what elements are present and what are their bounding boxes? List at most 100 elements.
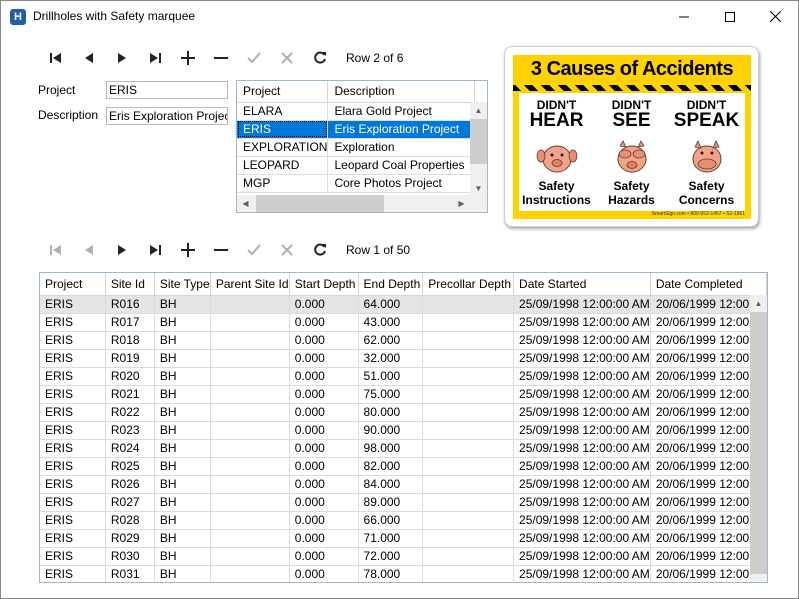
cell-site-type[interactable]: BH	[154, 457, 211, 476]
cell-start-depth[interactable]: 0.000	[289, 313, 359, 332]
cell-end-depth[interactable]: 64.000	[358, 295, 424, 314]
cell-end-depth[interactable]: 32.000	[358, 349, 424, 368]
cell-description[interactable]: Exploration	[327, 138, 476, 157]
first-record-button[interactable]	[39, 46, 72, 70]
cell-parent-site-id[interactable]	[210, 313, 290, 332]
cell-site-type[interactable]: BH	[154, 439, 211, 458]
drillhole-grid-vscrollbar[interactable]: ▲	[750, 295, 767, 582]
table-row[interactable]: ERIS R020 BH 0.000 51.000 25/09/1998 12:00:00…	[40, 367, 767, 386]
project-grid-row[interactable]: ELARA Elara Gold Project	[237, 102, 476, 121]
cell-site-type[interactable]: BH	[154, 511, 211, 530]
cell-site-type[interactable]: BH	[154, 475, 211, 494]
cell-project[interactable]: ERIS	[40, 421, 106, 440]
table-row[interactable]: ERIS R024 BH 0.000 98.000 25/09/1998 12:00:00…	[40, 439, 767, 458]
cell-start-depth[interactable]: 0.000	[289, 367, 359, 386]
cell-parent-site-id[interactable]	[210, 295, 290, 314]
cell-precollar-depth[interactable]	[422, 385, 515, 404]
table-row[interactable]: ERIS R016 BH 0.000 64.000 25/09/1998 12:00:00…	[40, 295, 767, 314]
cell-site-id[interactable]: R017	[105, 313, 155, 332]
cell-description[interactable]: Core Photos Project	[327, 174, 476, 193]
cell-precollar-depth[interactable]	[422, 529, 515, 548]
cell-end-depth[interactable]: 78.000	[358, 565, 424, 582]
cell-precollar-depth[interactable]	[422, 295, 515, 314]
cell-site-type[interactable]: BH	[154, 403, 211, 422]
add-record-button[interactable]	[171, 238, 204, 262]
cell-start-depth[interactable]: 0.000	[289, 565, 359, 582]
scroll-left-icon[interactable]: ◀	[237, 195, 254, 212]
cell-end-depth[interactable]: 89.000	[358, 493, 424, 512]
cell-project[interactable]: ERIS	[40, 349, 106, 368]
cell-project[interactable]: ERIS	[237, 120, 329, 139]
cell-parent-site-id[interactable]	[210, 367, 290, 386]
cell-site-type[interactable]: BH	[154, 547, 211, 566]
cell-project[interactable]: ERIS	[40, 565, 106, 582]
cell-parent-site-id[interactable]	[210, 349, 290, 368]
scroll-up-icon[interactable]: ▲	[470, 102, 487, 119]
cell-date-started[interactable]: 25/09/1998 12:00:00 AM	[513, 331, 651, 350]
minimize-button[interactable]	[661, 1, 706, 32]
cell-site-id[interactable]: R016	[105, 295, 155, 314]
cell-end-depth[interactable]: 71.000	[358, 529, 424, 548]
cell-precollar-depth[interactable]	[422, 457, 515, 476]
cell-end-depth[interactable]: 66.000	[358, 511, 424, 530]
scroll-thumb[interactable]	[750, 312, 767, 574]
cell-site-id[interactable]: R026	[105, 475, 155, 494]
cell-start-depth[interactable]: 0.000	[289, 403, 359, 422]
table-row[interactable]: ERIS R027 BH 0.000 89.000 25/09/1998 12:00:00…	[40, 493, 767, 512]
cell-precollar-depth[interactable]	[422, 421, 515, 440]
cell-date-started[interactable]: 25/09/1998 12:00:00 AM	[513, 367, 651, 386]
cell-project[interactable]: ERIS	[40, 457, 106, 476]
cell-project[interactable]: ERIS	[40, 385, 106, 404]
cell-end-depth[interactable]: 80.000	[358, 403, 424, 422]
cell-parent-site-id[interactable]	[210, 403, 290, 422]
first-record-button[interactable]	[39, 238, 72, 262]
cell-project[interactable]: ERIS	[40, 367, 106, 386]
cell-date-started[interactable]: 25/09/1998 12:00:00 AM	[513, 349, 651, 368]
column-header-start-depth[interactable]: Start Depth	[289, 273, 359, 296]
cell-date-started[interactable]: 25/09/1998 12:00:00 AM	[513, 475, 651, 494]
cell-project[interactable]: ELARA	[237, 102, 329, 121]
cell-site-type[interactable]: BH	[154, 565, 211, 582]
cell-parent-site-id[interactable]	[210, 475, 290, 494]
cell-site-id[interactable]: R022	[105, 403, 155, 422]
cell-site-id[interactable]: R027	[105, 493, 155, 512]
close-button[interactable]	[753, 1, 798, 32]
cell-project[interactable]: ERIS	[40, 331, 106, 350]
cell-project[interactable]: ERIS	[40, 313, 106, 332]
cell-start-depth[interactable]: 0.000	[289, 457, 359, 476]
cell-project[interactable]: LEOPARD	[237, 156, 329, 175]
post-button[interactable]	[237, 238, 270, 262]
cell-site-type[interactable]: BH	[154, 385, 211, 404]
column-header-site-type[interactable]: Site Type	[154, 273, 211, 296]
cell-site-id[interactable]: R028	[105, 511, 155, 530]
post-button[interactable]	[237, 46, 270, 70]
cell-parent-site-id[interactable]	[210, 493, 290, 512]
cell-site-type[interactable]: BH	[154, 367, 211, 386]
project-grid-hscrollbar[interactable]: ◀ ▶	[237, 195, 487, 212]
last-record-button[interactable]	[138, 238, 171, 262]
table-row[interactable]: ERIS R019 BH 0.000 32.000 25/09/1998 12:00:00…	[40, 349, 767, 368]
column-header-site-id[interactable]: Site Id	[105, 273, 155, 296]
cell-description[interactable]: Leopard Coal Properties	[327, 156, 476, 175]
cell-site-id[interactable]: R019	[105, 349, 155, 368]
cancel-edit-button[interactable]	[270, 238, 303, 262]
cell-site-id[interactable]: R021	[105, 385, 155, 404]
table-row[interactable]: ERIS R021 BH 0.000 75.000 25/09/1998 12:00:00…	[40, 385, 767, 404]
cell-project[interactable]: ERIS	[40, 475, 106, 494]
table-row[interactable]: ERIS R030 BH 0.000 72.000 25/09/1998 12:00:00…	[40, 547, 767, 566]
column-header-end-depth[interactable]: End Depth	[358, 273, 424, 296]
cell-project[interactable]: ERIS	[40, 511, 106, 530]
cell-site-id[interactable]: R029	[105, 529, 155, 548]
add-record-button[interactable]	[171, 46, 204, 70]
cell-end-depth[interactable]: 84.000	[358, 475, 424, 494]
cell-start-depth[interactable]: 0.000	[289, 385, 359, 404]
table-row[interactable]: ERIS R025 BH 0.000 82.000 25/09/1998 12:00:00…	[40, 457, 767, 476]
cell-parent-site-id[interactable]	[210, 529, 290, 548]
column-header-project[interactable]: Project	[237, 81, 329, 103]
cell-parent-site-id[interactable]	[210, 439, 290, 458]
cell-start-depth[interactable]: 0.000	[289, 511, 359, 530]
cell-end-depth[interactable]: 51.000	[358, 367, 424, 386]
cell-date-started[interactable]: 25/09/1998 12:00:00 AM	[513, 547, 651, 566]
table-row[interactable]: ERIS R026 BH 0.000 84.000 25/09/1998 12:00:00…	[40, 475, 767, 494]
delete-record-button[interactable]	[204, 46, 237, 70]
